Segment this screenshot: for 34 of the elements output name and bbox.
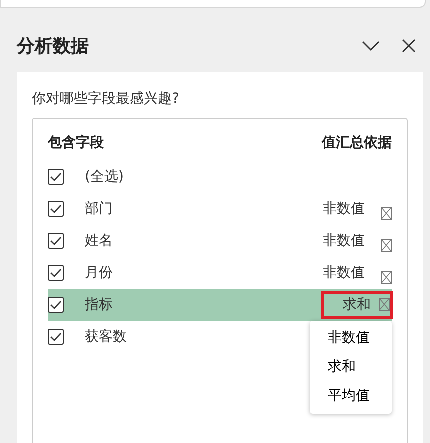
checkbox[interactable]	[48, 329, 64, 345]
field-row[interactable]: (全选)	[48, 161, 392, 193]
dropdown-option[interactable]: 平均值	[310, 382, 392, 411]
field-label: 获客数	[85, 328, 127, 346]
column-header: 包含字段	[48, 134, 104, 152]
field-row[interactable]: 指标 求和	[48, 289, 392, 321]
close-icon[interactable]	[402, 39, 416, 53]
summary-value: 非数值	[322, 200, 366, 218]
checkbox[interactable]	[48, 201, 64, 217]
checkbox[interactable]	[48, 233, 64, 249]
field-label: 指标	[85, 296, 113, 314]
checkbox[interactable]	[48, 297, 64, 313]
missing-glyph-icon	[379, 298, 390, 311]
field-label: 部门	[85, 200, 113, 218]
dropdown-option[interactable]: 非数值	[310, 324, 392, 353]
field-row[interactable]: 姓名 非数值	[48, 225, 392, 257]
field-label: 姓名	[85, 232, 113, 250]
summary-value: 非数值	[322, 264, 366, 282]
field-label: (全选)	[85, 168, 124, 186]
chevron-down-icon[interactable]	[362, 41, 380, 51]
summary-dropdown[interactable]: 求和	[321, 291, 393, 319]
summary-value: 非数值	[322, 232, 366, 250]
field-row[interactable]: 部门 非数值	[48, 193, 392, 225]
field-label: 月份	[85, 264, 113, 282]
checkbox[interactable]	[48, 169, 64, 185]
question-text: 你对哪些字段最感兴趣?	[32, 90, 180, 109]
missing-glyph-icon	[381, 270, 392, 284]
field-row[interactable]: 月份 非数值	[48, 257, 392, 289]
dropdown-option[interactable]: 求和	[310, 353, 392, 382]
missing-glyph-icon	[381, 238, 392, 252]
column-header: 值汇总依据	[322, 134, 392, 152]
checkbox[interactable]	[48, 265, 64, 281]
panel-title: 分析数据	[17, 35, 89, 58]
missing-glyph-icon	[381, 206, 392, 220]
